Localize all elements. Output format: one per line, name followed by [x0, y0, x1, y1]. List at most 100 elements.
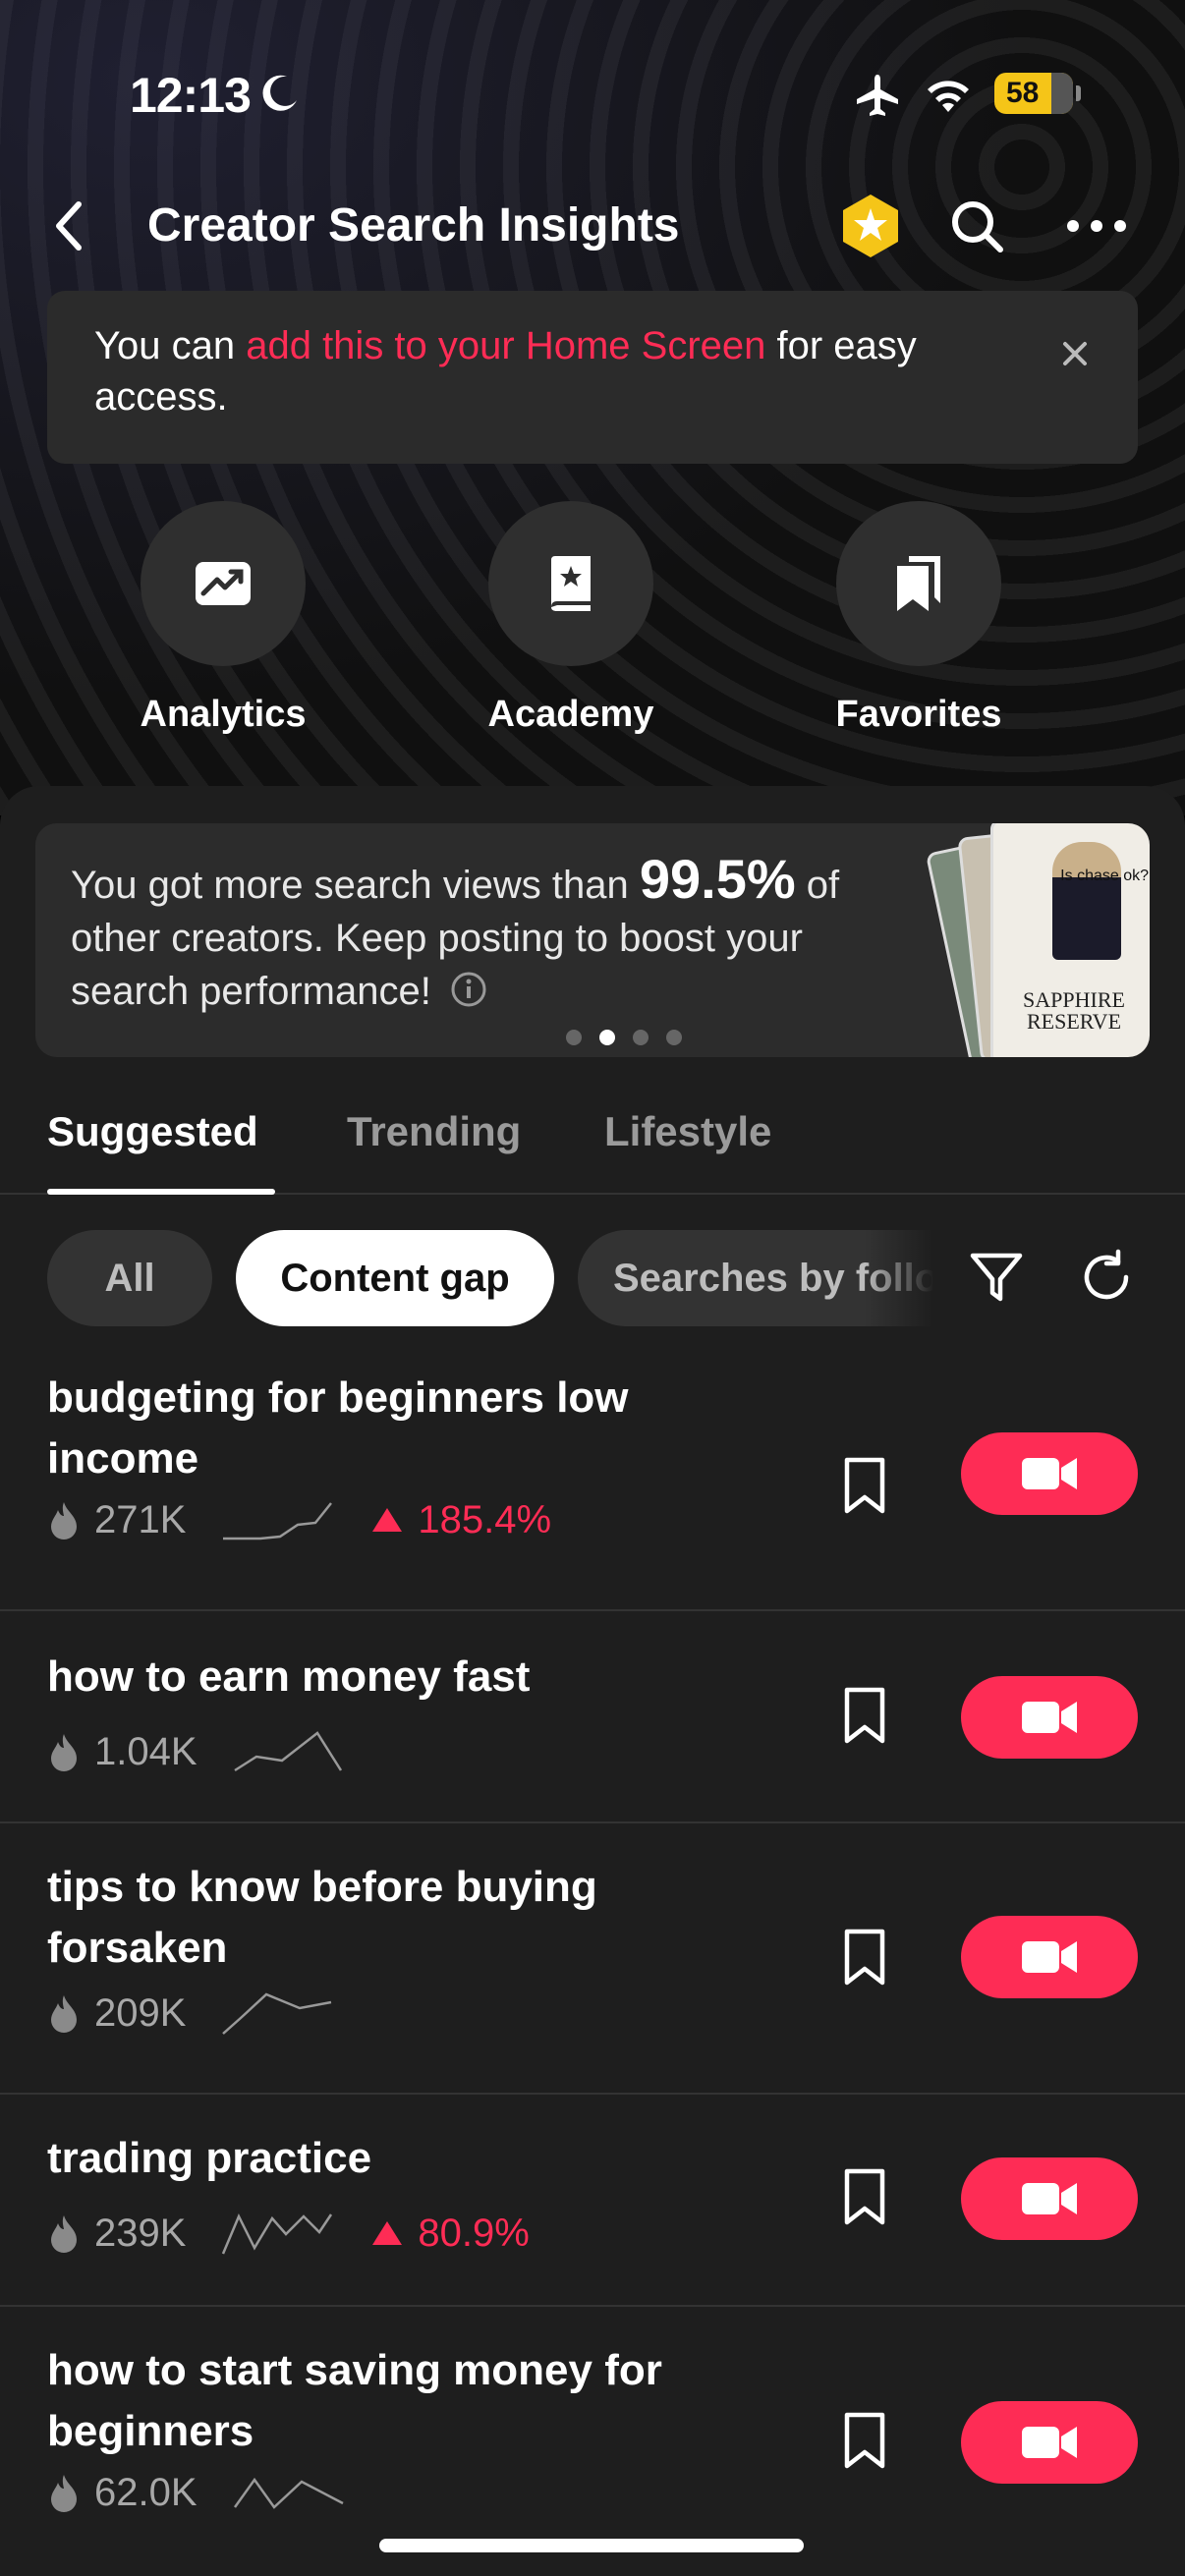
search-term-meta: 1.04K	[47, 1727, 347, 1776]
views-count: 239K	[94, 2211, 187, 2255]
back-icon[interactable]	[47, 196, 90, 255]
tab-lifestyle[interactable]: Lifestyle	[604, 1108, 771, 1155]
favorites-label: Favorites	[835, 694, 1002, 735]
thumbnail-figure	[1052, 842, 1121, 960]
search-term-meta: 62.0K	[47, 2468, 347, 2517]
academy-button[interactable]: Academy	[443, 501, 699, 736]
record-video-button[interactable]	[961, 1916, 1138, 1998]
flame-icon	[51, 1734, 77, 1771]
star-badge-icon[interactable]	[835, 191, 906, 261]
trend-up-icon	[372, 1508, 403, 1532]
thumbnail-caption: SAPPHIRE RESERVE	[1023, 987, 1125, 1034]
academy-icon	[551, 556, 591, 611]
search-term-title: budgeting for beginners low income	[47, 1373, 629, 1483]
carousel-dot-active	[599, 1030, 615, 1045]
sparkline-chart	[222, 1992, 332, 2035]
refresh-icon[interactable]	[1077, 1248, 1136, 1307]
sparkline-chart	[223, 1502, 333, 1540]
trend-up-icon	[372, 2221, 403, 2245]
wifi-icon	[928, 81, 969, 112]
close-icon[interactable]	[1055, 334, 1095, 373]
flame-icon	[51, 2475, 77, 2512]
search-term-meta: 209K	[47, 1988, 335, 2038]
battery-indicator: 58	[994, 73, 1081, 114]
carousel-dot	[566, 1030, 582, 1045]
record-video-button[interactable]	[961, 2157, 1138, 2240]
favorites-button[interactable]: Favorites	[791, 501, 1046, 736]
filter-icon[interactable]	[967, 1248, 1026, 1307]
list-item[interactable]: tips to know before buying forsaken 209K	[0, 1823, 1185, 2095]
trend-percent: 80.9%	[418, 2211, 530, 2255]
home-screen-banner: You can add this to your Home Screen for…	[47, 291, 1138, 464]
views-count: 209K	[94, 1990, 187, 2035]
banner-text-before: You can	[94, 324, 247, 367]
sparkline-chart	[233, 2477, 344, 2509]
flame-icon	[51, 2215, 77, 2253]
sparkline-chart	[222, 2213, 333, 2255]
search-icon[interactable]	[945, 195, 1008, 257]
status-time: 12:13	[130, 68, 252, 123]
video-thumbnails[interactable]: Is chase ok? SAPPHIRE RESERVE	[925, 823, 1150, 1057]
search-term-title: how to start saving money for beginners	[47, 2346, 662, 2455]
trend-indicator: 80.9%	[370, 2211, 530, 2256]
views-count: 1.04K	[94, 1729, 198, 1773]
carousel-dots	[566, 1030, 682, 1045]
record-video-button[interactable]	[961, 2401, 1138, 2484]
insights-panel: You got more search views than 99.5% of …	[0, 786, 1185, 2576]
chip-content-gap[interactable]: Content gap	[236, 1230, 554, 1326]
search-term-title: tips to know before buying forsaken	[47, 1863, 597, 1972]
list-item[interactable]: budgeting for beginners low income 271K …	[0, 1368, 1185, 1611]
bookmark-icon[interactable]	[837, 2411, 892, 2470]
trend-percent: 185.4%	[418, 1497, 552, 1541]
tab-trending[interactable]: Trending	[347, 1108, 521, 1155]
more-icon[interactable]	[1061, 195, 1132, 257]
flame-icon	[51, 1502, 77, 1540]
list-item[interactable]: how to earn money fast 1.04K	[0, 1611, 1185, 1823]
record-video-button[interactable]	[961, 1676, 1138, 1759]
tab-suggested[interactable]: Suggested	[47, 1108, 258, 1155]
carousel-dot	[633, 1030, 649, 1045]
trend-indicator: 185.4%	[370, 1498, 551, 1542]
active-tab-indicator	[47, 1189, 275, 1195]
category-tabs: Suggested Trending Lifestyle	[0, 1096, 1185, 1195]
list-item[interactable]: trading practice 239K 80.9%	[0, 2095, 1185, 2307]
views-count: 62.0K	[94, 2470, 198, 2514]
video-camera-icon	[1022, 2427, 1077, 2458]
insight-text-before: You got more search views than	[71, 864, 640, 907]
insight-card[interactable]: You got more search views than 99.5% of …	[35, 823, 1150, 1057]
battery-level: 58	[1006, 77, 1040, 109]
academy-label: Academy	[487, 694, 654, 735]
search-term-title: how to earn money fast	[47, 1652, 531, 1701]
thumbnail-question: Is chase ok?	[1060, 868, 1149, 884]
sparkline-chart	[233, 1731, 342, 1772]
search-term-meta: 271K 185.4%	[47, 1495, 551, 1544]
moon-icon	[262, 75, 297, 111]
home-indicator[interactable]	[379, 2539, 804, 2552]
info-icon[interactable]	[450, 971, 487, 1008]
video-camera-icon	[1022, 1702, 1077, 1733]
search-term-meta: 239K 80.9%	[47, 2209, 530, 2258]
views-count: 271K	[94, 1497, 187, 1541]
video-camera-icon	[1022, 2183, 1077, 2214]
search-term-title: trading practice	[47, 2134, 372, 2182]
bookmark-icon[interactable]	[837, 1456, 892, 1515]
insight-percent: 99.5%	[639, 848, 796, 910]
record-video-button[interactable]	[961, 1432, 1138, 1515]
analytics-label: Analytics	[140, 694, 307, 735]
video-thumbnail: Is chase ok? SAPPHIRE RESERVE	[990, 823, 1150, 1057]
bookmark-icon[interactable]	[837, 2167, 892, 2226]
airplane-icon	[857, 75, 898, 116]
favorites-icon	[897, 556, 940, 611]
insight-text: You got more search views than 99.5% of …	[71, 852, 896, 1018]
list-item[interactable]: how to start saving money for beginners …	[0, 2307, 1185, 2576]
bookmark-icon[interactable]	[837, 1686, 892, 1745]
analytics-button[interactable]: Analytics	[95, 501, 351, 736]
page-title: Creator Search Insights	[147, 199, 680, 252]
flame-icon	[51, 1995, 77, 2033]
chip-all[interactable]: All	[47, 1230, 212, 1326]
status-bar: 12:13 58	[0, 0, 1185, 187]
bookmark-icon[interactable]	[837, 1928, 892, 1987]
video-camera-icon	[1022, 1941, 1077, 1973]
analytics-icon	[196, 562, 251, 605]
add-to-home-link[interactable]: add this to your Home Screen	[246, 324, 765, 367]
